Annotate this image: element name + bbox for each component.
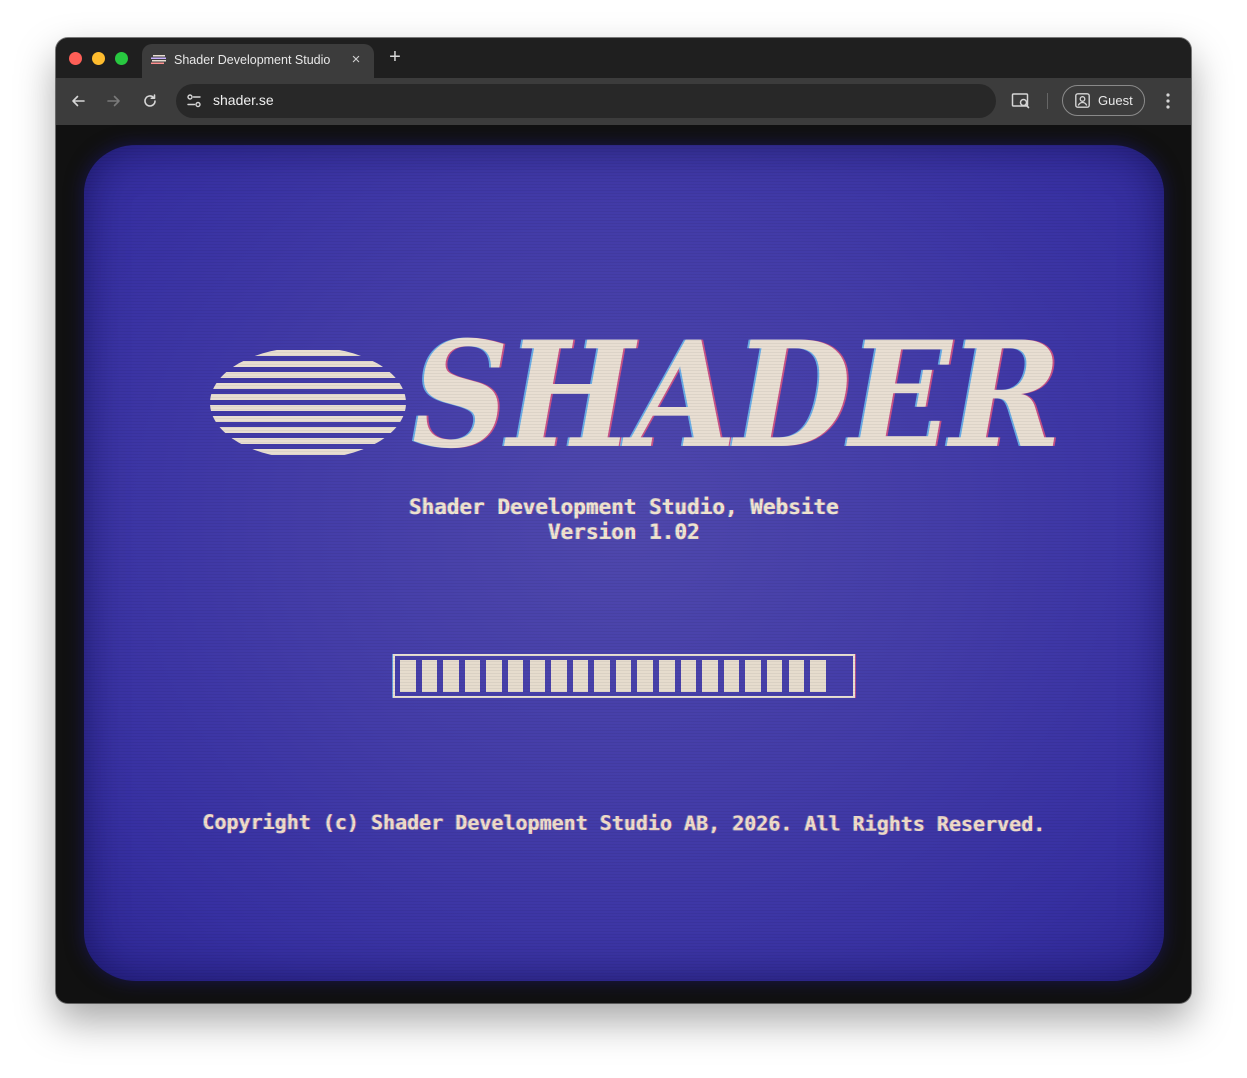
logo-stripe — [210, 427, 406, 433]
progress-segment — [615, 660, 632, 692]
tune-icon[interactable] — [185, 92, 203, 110]
url-text[interactable]: shader.se — [213, 92, 274, 108]
logo-stripe — [210, 405, 406, 411]
logo-stripe — [210, 416, 406, 422]
tab-close-button[interactable]: × — [348, 52, 364, 68]
logo-stripe — [210, 361, 406, 367]
site-subtitle: Shader Development Studio, Website Versi… — [84, 495, 1164, 545]
progress-segment — [529, 660, 545, 692]
logo-stripe — [210, 449, 406, 455]
progress-segment — [551, 660, 567, 692]
progress-segment — [723, 660, 740, 692]
guest-label: Guest — [1098, 93, 1133, 108]
logo-stripe — [210, 350, 406, 356]
loading-progress-bar — [393, 654, 855, 698]
version-text: Version 1.02 — [548, 520, 700, 544]
logo-stripe — [210, 372, 406, 378]
scanline-overlay — [84, 145, 1164, 981]
progress-segment — [572, 660, 589, 692]
cast-icon[interactable] — [1011, 92, 1031, 110]
toolbar-divider — [1047, 93, 1048, 109]
page-viewport: SHADER Shader Development Studio, Websit… — [56, 125, 1191, 1003]
progress-segment — [400, 660, 416, 692]
reload-icon — [144, 94, 156, 107]
logo-stripe — [210, 383, 406, 389]
subtitle-line-1: Shader Development Studio, Website — [409, 495, 839, 519]
browser-toolbar: shader.se Guest — [56, 78, 1191, 125]
tab-shader-development-studio[interactable]: Shader Development Studio × — [142, 44, 374, 78]
progress-segment — [507, 660, 524, 692]
progress-segment — [810, 660, 826, 692]
address-bar[interactable]: shader.se — [176, 84, 996, 118]
forward-button[interactable] — [101, 88, 127, 114]
progress-segment — [659, 660, 675, 692]
progress-segment — [486, 660, 502, 692]
progress-segment — [745, 660, 761, 692]
progress-segment — [594, 660, 610, 692]
reload-button[interactable] — [137, 88, 163, 114]
close-window-button[interactable] — [69, 52, 82, 65]
arrow-left-icon — [72, 95, 85, 107]
progress-segment — [680, 660, 697, 692]
browser-window: Shader Development Studio × + shader.se … — [56, 38, 1191, 1003]
logo-stripe — [210, 438, 406, 444]
progress-segment — [702, 660, 718, 692]
progress-segment — [788, 660, 805, 692]
tab-title: Shader Development Studio — [174, 53, 331, 67]
tab-strip: Shader Development Studio × + — [56, 38, 1191, 78]
guest-profile-button[interactable]: Guest — [1062, 85, 1145, 116]
progress-segment — [443, 660, 459, 692]
shader-wordmark: SHADER — [412, 310, 1061, 481]
progress-segment — [637, 660, 653, 692]
progress-segment — [421, 660, 438, 692]
new-tab-button[interactable]: + — [384, 46, 406, 68]
kebab-menu-icon[interactable] — [1161, 90, 1175, 112]
copyright-text: Copyright (c) Shader Development Studio … — [202, 809, 1046, 837]
progress-track — [400, 660, 848, 692]
profile-icon — [1075, 93, 1090, 108]
shader-favicon-icon — [151, 55, 166, 64]
crt-screen: SHADER Shader Development Studio, Websit… — [84, 145, 1164, 981]
minimize-window-button[interactable] — [92, 52, 105, 65]
arrow-right-icon — [107, 95, 120, 107]
zoom-window-button[interactable] — [115, 52, 128, 65]
progress-segment — [766, 660, 783, 692]
back-button[interactable] — [65, 88, 91, 114]
logo-stripe — [210, 394, 406, 400]
progress-segment — [464, 660, 481, 692]
